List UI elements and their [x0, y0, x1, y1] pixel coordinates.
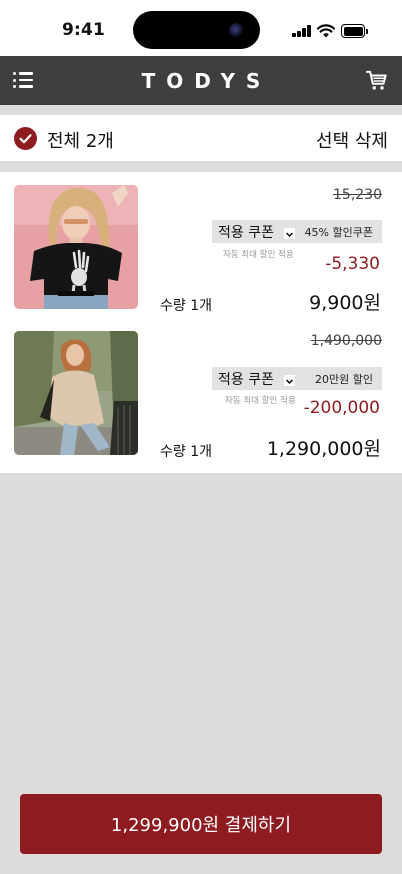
original-price: 1,490,000: [310, 333, 382, 349]
app-header: TODYS: [0, 56, 402, 105]
coupon-name: 45% 할인쿠폰: [304, 226, 373, 239]
battery-icon: [341, 24, 369, 38]
product-image[interactable]: [14, 331, 138, 455]
chevron-down-icon: [283, 374, 295, 386]
select-all-checkbox[interactable]: [14, 127, 37, 150]
quantity-label[interactable]: 수량 1개: [160, 295, 212, 315]
discount-amount: -200,000: [303, 398, 380, 418]
chevron-down-icon: [283, 227, 295, 239]
cellular-signal-icon: [292, 25, 312, 37]
coupon-label: 적용 쿠폰: [218, 372, 274, 388]
selection-bar: 전체 2개 선택 삭제: [0, 115, 402, 161]
coupon-box: 적용 쿠폰 20만원 할인: [212, 367, 382, 390]
final-price: 9,900원: [309, 292, 381, 314]
camera-icon: [229, 23, 243, 37]
discount-amount: -5,330: [325, 254, 380, 274]
status-bar: 9:41: [0, 0, 402, 56]
app-logo[interactable]: TODYS: [0, 69, 402, 93]
coupon-box: 적용 쿠폰 45% 할인쿠폰: [212, 220, 382, 243]
dynamic-island: [133, 11, 260, 49]
original-price: 15,230: [333, 187, 382, 203]
status-time: 9:41: [62, 20, 106, 40]
product-image[interactable]: [14, 185, 138, 309]
quantity-label[interactable]: 수량 1개: [160, 441, 212, 461]
select-all-label[interactable]: 전체 2개: [47, 127, 114, 153]
auto-discount-note: 자동 최대 할인 적용: [223, 250, 294, 260]
checkout-button[interactable]: 1,299,900원 결제하기: [20, 794, 382, 854]
wifi-icon: [317, 24, 335, 38]
auto-discount-note: 자동 최대 할인 적용: [225, 396, 296, 406]
coupon-label: 적용 쿠폰: [218, 225, 274, 241]
delete-selected-button[interactable]: 선택 삭제: [316, 127, 388, 153]
coupon-select[interactable]: 적용 쿠폰: [218, 222, 295, 242]
final-price: 1,290,000원: [266, 438, 381, 460]
coupon-select[interactable]: 적용 쿠폰: [218, 369, 295, 389]
cart-icon[interactable]: [366, 70, 388, 92]
coupon-name: 20만원 할인: [315, 373, 373, 386]
check-icon: [19, 134, 32, 144]
